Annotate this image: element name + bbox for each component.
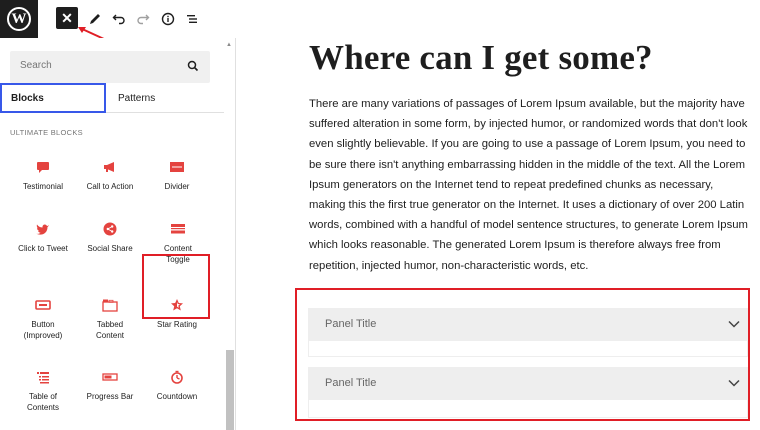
block-label: Button (Improved) [23,320,63,340]
block-label: Social Share [87,244,133,253]
block-label: Countdown [156,392,198,401]
search-icon[interactable] [186,59,200,73]
list-view-button[interactable] [181,7,203,31]
undo-icon [112,14,125,25]
search-placeholder: Search [20,60,52,71]
tab-blocks[interactable]: Blocks [0,83,106,113]
block-click-to-tweet[interactable]: Click to Tweet [8,222,78,255]
editor-toolbar: W ✕ [0,0,760,40]
megaphone-icon [102,160,118,174]
undo-button[interactable] [108,7,130,31]
block-label: Table of Contents [26,392,60,412]
inserter-tabs: Blocks Patterns [0,83,224,113]
wordpress-logo-button[interactable]: W [0,0,38,38]
tab-patterns[interactable]: Patterns [108,83,218,113]
divider-icon [169,160,185,174]
list-view-icon [187,15,197,23]
scroll-up-arrow-icon[interactable]: ▲ [226,42,232,48]
annotation-highlight-box [142,254,210,319]
editor-canvas: Where can I get some? There are many var… [236,38,760,430]
block-table-of-contents[interactable]: Table of Contents [8,370,78,414]
block-inserter-panel: Search Blocks Patterns ULTIMATE BLOCKS T… [0,38,236,430]
block-label: Divider [164,182,190,191]
close-icon: ✕ [61,9,73,26]
twitter-icon [35,222,51,236]
annotation-highlight-box [295,288,750,421]
redo-icon [137,14,150,25]
close-inserter-button[interactable]: ✕ [56,7,78,29]
paragraph-block[interactable]: There are many variations of passages of… [309,94,751,276]
block-countdown[interactable]: Countdown [142,370,212,403]
block-call-to-action[interactable]: Call to Action [75,160,145,193]
progress-icon [102,370,118,384]
testimonial-icon [35,160,51,174]
category-title: ULTIMATE BLOCKS [10,128,83,137]
block-label: Testimonial [22,182,63,191]
block-search-field[interactable]: Search [10,51,210,83]
post-heading[interactable]: Where can I get some? [309,38,653,78]
timer-icon [169,370,185,384]
toggle-icon [170,222,186,236]
block-label: Click to Tweet [18,244,68,253]
share-icon [102,222,118,236]
block-divider[interactable]: Divider [142,160,212,193]
block-tabbed-content[interactable]: Tabbed Content [75,298,145,342]
block-social-share[interactable]: Social Share [75,222,145,255]
redo-button[interactable] [132,7,154,31]
wordpress-logo-icon: W [7,7,31,31]
block-label: Progress Bar [86,392,134,401]
sidebar-scrollbar-thumb[interactable] [226,350,234,430]
block-label: Call to Action [86,182,134,191]
block-testimonial[interactable]: Testimonial [8,160,78,193]
block-label: Star Rating [156,320,198,329]
block-progress-bar[interactable]: Progress Bar [75,370,145,403]
tabs-icon [102,298,118,312]
button-icon [35,298,51,312]
toc-icon [35,370,51,384]
details-button[interactable] [157,7,179,31]
info-icon [161,12,175,26]
block-label: Tabbed Content [95,320,125,340]
block-button-improved[interactable]: Button (Improved) [8,298,78,342]
